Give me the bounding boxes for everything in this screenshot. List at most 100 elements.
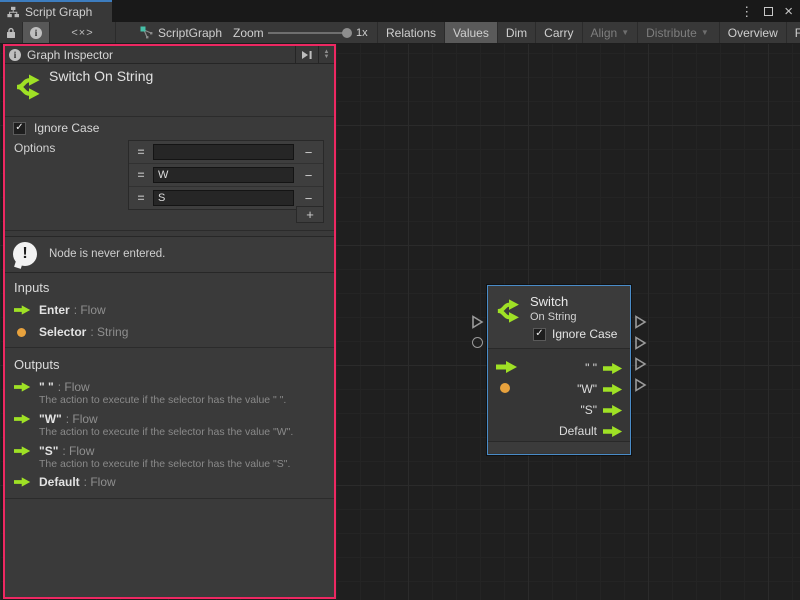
output-socket-icon[interactable] (634, 357, 647, 371)
output-socket-icon[interactable] (634, 336, 647, 350)
carry-button[interactable]: Carry (535, 22, 581, 43)
window-menu-icon[interactable]: ⋮ (740, 5, 753, 18)
output-port-row[interactable]: "W" (577, 382, 623, 396)
outputs-section-title: Outputs (14, 357, 60, 372)
port-name-text: Enter (39, 303, 70, 317)
selector-port-icon[interactable] (500, 383, 510, 393)
zoom-level-value: 1x (356, 22, 368, 43)
ignore-case-checkbox[interactable]: ✓ (533, 328, 546, 341)
scroll-down-icon[interactable]: ▼ (324, 55, 330, 60)
output-socket-icon[interactable] (634, 315, 647, 329)
inspector-node-titleblock: Switch On String (5, 63, 334, 117)
port-name-text: "S" (39, 444, 58, 458)
ignore-case-label: Ignore Case (34, 121, 99, 135)
output-port-row: Default: Flow (5, 475, 334, 489)
relations-button[interactable]: Relations (377, 22, 444, 43)
options-list: = − = − = − (128, 140, 324, 210)
port-name-text: Selector (39, 325, 86, 339)
remove-option-button[interactable]: − (294, 141, 323, 163)
port-name: "W": Flow (39, 412, 98, 426)
zoom-slider[interactable] (268, 22, 348, 43)
code-icon: <×> (71, 27, 93, 39)
tab-bar: Script Graph ⋮ × (0, 0, 800, 22)
distribute-label: Distribute (646, 26, 697, 40)
overview-button[interactable]: Overview (719, 22, 786, 43)
graph-breadcrumb[interactable]: ScriptGraph (140, 22, 222, 43)
fullscreen-button[interactable]: Full Screen (786, 22, 800, 43)
port-type: : Flow (58, 380, 90, 394)
info-icon: i (30, 27, 42, 39)
values-button[interactable]: Values (444, 22, 497, 43)
output-port-row: "S" : Flow (5, 444, 334, 458)
warning-text: Node is never entered. (49, 248, 165, 260)
drag-handle-icon[interactable]: = (129, 187, 153, 209)
flow-arrow-icon (603, 384, 623, 395)
switch-icon (494, 297, 524, 325)
enter-socket-icon[interactable] (471, 315, 484, 329)
port-type: : Flow (62, 444, 94, 458)
node-header[interactable]: Switch On String ✓ Ignore Case (488, 286, 630, 349)
distribute-button[interactable]: Distribute ▼ (637, 22, 717, 43)
flow-arrow-icon (14, 382, 31, 392)
drag-handle-icon[interactable]: = (129, 141, 153, 163)
option-input-2[interactable] (153, 167, 294, 183)
drag-handle-icon[interactable]: = (129, 164, 153, 186)
selector-socket-icon[interactable] (472, 337, 483, 348)
switch-on-string-node[interactable]: Switch On String ✓ Ignore Case " " "W" (487, 285, 631, 455)
tab-script-graph[interactable]: Script Graph (0, 0, 112, 22)
flow-arrow-icon (603, 405, 623, 416)
option-input-3[interactable] (153, 190, 294, 206)
maximize-icon[interactable] (764, 7, 773, 16)
flow-arrow-icon (14, 477, 31, 487)
close-icon[interactable]: × (784, 4, 793, 19)
flow-arrow-icon (14, 305, 31, 315)
input-port-row: Enter : Flow (5, 303, 334, 317)
dim-button[interactable]: Dim (497, 22, 535, 43)
zoom-slider-track[interactable] (268, 32, 348, 34)
output-port-row[interactable]: " " (585, 361, 623, 375)
remove-option-button[interactable]: − (294, 164, 323, 186)
port-type: : Flow (74, 303, 106, 317)
output-port-row[interactable]: Default (559, 424, 623, 438)
ignore-case-checkbox[interactable]: ✓ (13, 122, 26, 135)
output-port-row[interactable]: "S" (580, 403, 623, 417)
unity-script-graph-window: { "window": { "tab_title": "Script Graph… (0, 0, 800, 600)
dock-icon (301, 50, 313, 60)
flow-arrow-icon (14, 446, 31, 456)
inspector-header: i Graph Inspector ▲ ▼ (5, 46, 334, 64)
warning-icon: ! (13, 242, 37, 266)
graph-toolbar: i <×> ScriptGraph Zoom 1x Relations Valu… (0, 22, 800, 44)
port-name-text: " " (39, 380, 54, 394)
zoom-label: Zoom (233, 22, 264, 43)
align-button[interactable]: Align ▼ (582, 22, 638, 43)
align-label: Align (591, 26, 618, 40)
option-input-1[interactable] (153, 144, 294, 160)
edit-code-button[interactable]: <×> (50, 22, 116, 43)
warning-box: ! Node is never entered. (5, 236, 334, 273)
graph-name-label: ScriptGraph (158, 26, 222, 40)
script-graph-icon (140, 26, 153, 39)
node-footer (488, 441, 630, 453)
inspector-toggle-button[interactable]: i (23, 22, 50, 43)
dock-button[interactable] (295, 46, 318, 63)
flow-arrow-icon (14, 414, 31, 424)
port-description: The action to execute if the selector ha… (39, 394, 326, 406)
checkmark-icon: ✓ (15, 123, 23, 133)
graph-inspector-panel: i Graph Inspector ▲ ▼ Switch On String ✓… (3, 44, 336, 599)
switch-icon (14, 72, 44, 102)
chevron-down-icon: ▼ (701, 29, 709, 37)
zoom-slider-knob[interactable] (342, 28, 352, 38)
enter-port-icon[interactable] (496, 361, 518, 373)
add-option-button[interactable]: + (296, 206, 324, 223)
lock-icon (6, 27, 16, 39)
node-title: Switch (530, 294, 568, 309)
option-row: = − (129, 141, 323, 164)
output-label-space: " " (585, 361, 597, 375)
lock-button[interactable] (0, 22, 23, 43)
ignore-case-row: ✓ Ignore Case (13, 121, 99, 135)
inspector-scrollbar[interactable]: ▲ ▼ (318, 46, 334, 63)
inputs-section-title: Inputs (14, 280, 49, 295)
output-label-s: "S" (580, 403, 597, 417)
output-socket-icon[interactable] (634, 378, 647, 392)
node-subtitle: On String (530, 311, 576, 323)
